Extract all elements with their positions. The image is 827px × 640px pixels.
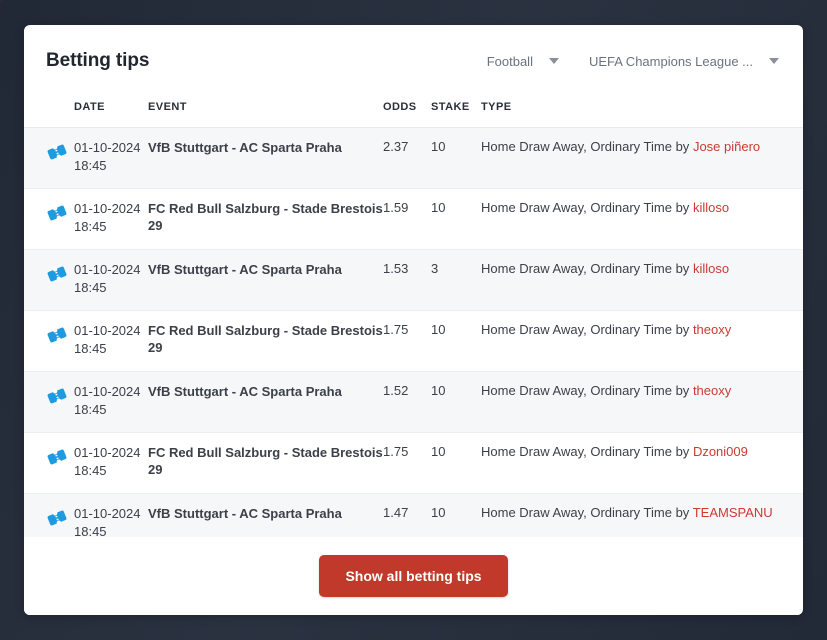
row-event: VfB Stuttgart - AC Sparta Praha [148, 384, 342, 399]
row-stake: 10 [431, 444, 446, 459]
row-odds: 1.59 [383, 200, 409, 215]
chevron-down-icon [548, 58, 559, 64]
row-ticket-icon-cell [24, 250, 74, 311]
row-date-cell: 01-10-2024 18:45 [74, 189, 148, 250]
row-type-cell: Home Draw Away, Ordinary Time by theoxy [481, 372, 803, 433]
row-type-user[interactable]: killoso [693, 261, 729, 276]
row-stake: 10 [431, 322, 446, 337]
betting-tips-table: DATE EVENT ODDS STAKE TYPE 01-10-2024 18:… [24, 97, 803, 554]
chevron-down-icon [769, 58, 779, 64]
header-filters: Football UEFA Champions League ... [485, 50, 781, 73]
competition-filter[interactable]: UEFA Champions League ... [587, 50, 781, 73]
table-row[interactable]: 01-10-2024 18:45 VfB Stuttgart - AC Sparta… [24, 127, 803, 189]
row-type-cell: Home Draw Away, Ordinary Time by Jose pi… [481, 128, 803, 189]
ticket-icon [47, 266, 67, 282]
row-ticket-icon-cell [24, 372, 74, 433]
table-body: 01-10-2024 18:45 VfB Stuttgart - AC Sparta… [24, 127, 803, 554]
row-odds: 1.75 [383, 444, 409, 459]
row-type-user[interactable]: Dzoni009 [693, 444, 748, 459]
table-row[interactable]: 01-10-2024 18:45 VfB Stuttgart - AC Sparta… [24, 249, 803, 311]
row-time: 18:45 [74, 341, 107, 356]
ticket-icon [47, 144, 67, 160]
row-type-user[interactable]: TEAMSPANU [693, 505, 773, 520]
row-time: 18:45 [74, 219, 107, 234]
ticket-icon [47, 205, 67, 221]
column-header-date: DATE [74, 101, 105, 113]
row-type-user[interactable]: Jose piñero [693, 139, 760, 154]
row-time: 18:45 [74, 280, 107, 295]
row-date-cell: 01-10-2024 18:45 [74, 372, 148, 433]
row-event: FC Red Bull Salzburg - Stade Brestois 29 [148, 323, 383, 355]
row-odds: 1.53 [383, 261, 409, 276]
sport-filter[interactable]: Football [485, 50, 561, 73]
row-ticket-icon-cell [24, 128, 74, 189]
row-type-user[interactable]: theoxy [693, 383, 731, 398]
row-date: 01-10-2024 [74, 384, 141, 399]
table-header-row: DATE EVENT ODDS STAKE TYPE [24, 97, 803, 128]
table-row[interactable]: 01-10-2024 18:45 VfB Stuttgart - AC Sparta… [24, 371, 803, 433]
column-header-type: TYPE [481, 101, 512, 113]
table-row[interactable]: 01-10-2024 18:45 FC Red Bull Salzburg - St… [24, 432, 803, 494]
row-date: 01-10-2024 [74, 445, 141, 460]
row-type-prefix: Home Draw Away, Ordinary Time by [481, 444, 690, 459]
row-stake: 10 [431, 200, 446, 215]
row-date: 01-10-2024 [74, 262, 141, 277]
row-type-prefix: Home Draw Away, Ordinary Time by [481, 200, 690, 215]
row-date-cell: 01-10-2024 18:45 [74, 433, 148, 494]
row-date: 01-10-2024 [74, 506, 141, 521]
row-type-prefix: Home Draw Away, Ordinary Time by [481, 139, 690, 154]
row-stake: 3 [431, 261, 439, 276]
row-ticket-icon-cell [24, 311, 74, 372]
row-event: VfB Stuttgart - AC Sparta Praha [148, 262, 342, 277]
row-type-cell: Home Draw Away, Ordinary Time by theoxy [481, 311, 803, 372]
row-type-user[interactable]: theoxy [693, 322, 731, 337]
row-ticket-icon-cell [24, 189, 74, 250]
row-type-user[interactable]: killoso [693, 200, 729, 215]
ticket-icon [47, 449, 67, 465]
row-date: 01-10-2024 [74, 323, 141, 338]
row-date-cell: 01-10-2024 18:45 [74, 311, 148, 372]
ticket-icon [47, 327, 67, 343]
row-type-cell: Home Draw Away, Ordinary Time by killoso [481, 189, 803, 250]
row-event: FC Red Bull Salzburg - Stade Brestois 29 [148, 201, 383, 233]
ticket-icon [47, 388, 67, 404]
row-type-prefix: Home Draw Away, Ordinary Time by [481, 383, 690, 398]
row-type-cell: Home Draw Away, Ordinary Time by killoso [481, 250, 803, 311]
column-header-icon [24, 97, 74, 128]
betting-tips-card: Betting tips Football UEFA Champions Lea… [24, 25, 803, 615]
row-event: VfB Stuttgart - AC Sparta Praha [148, 140, 342, 155]
table-row[interactable]: 01-10-2024 18:45 FC Red Bull Salzburg - St… [24, 310, 803, 372]
card-footer: Show all betting tips [24, 537, 803, 615]
page-title: Betting tips [46, 50, 150, 71]
ticket-icon [47, 510, 67, 526]
row-stake: 10 [431, 383, 446, 398]
row-type-prefix: Home Draw Away, Ordinary Time by [481, 505, 690, 520]
row-ticket-icon-cell [24, 433, 74, 494]
row-odds: 1.75 [383, 322, 409, 337]
row-odds: 1.52 [383, 383, 409, 398]
row-type-prefix: Home Draw Away, Ordinary Time by [481, 261, 690, 276]
row-date-cell: 01-10-2024 18:45 [74, 250, 148, 311]
column-header-event: EVENT [148, 101, 187, 113]
row-event: FC Red Bull Salzburg - Stade Brestois 29 [148, 445, 383, 477]
card-header: Betting tips Football UEFA Champions Lea… [24, 25, 803, 97]
table-row[interactable]: 01-10-2024 18:45 FC Red Bull Salzburg - St… [24, 188, 803, 250]
row-type-cell: Home Draw Away, Ordinary Time by Dzoni00… [481, 433, 803, 494]
row-date-cell: 01-10-2024 18:45 [74, 128, 148, 189]
row-time: 18:45 [74, 158, 107, 173]
row-time: 18:45 [74, 402, 107, 417]
sport-filter-label: Football [486, 53, 533, 69]
row-date: 01-10-2024 [74, 140, 141, 155]
competition-filter-label: UEFA Champions League ... [588, 53, 753, 69]
row-odds: 2.37 [383, 139, 409, 154]
row-date: 01-10-2024 [74, 201, 141, 216]
row-time: 18:45 [74, 463, 107, 478]
column-header-stake: STAKE [431, 101, 470, 113]
table-header: DATE EVENT ODDS STAKE TYPE [24, 97, 803, 128]
row-type-prefix: Home Draw Away, Ordinary Time by [481, 322, 690, 337]
column-header-odds: ODDS [383, 101, 417, 113]
show-all-betting-tips-button[interactable]: Show all betting tips [319, 555, 508, 597]
row-stake: 10 [431, 139, 446, 154]
